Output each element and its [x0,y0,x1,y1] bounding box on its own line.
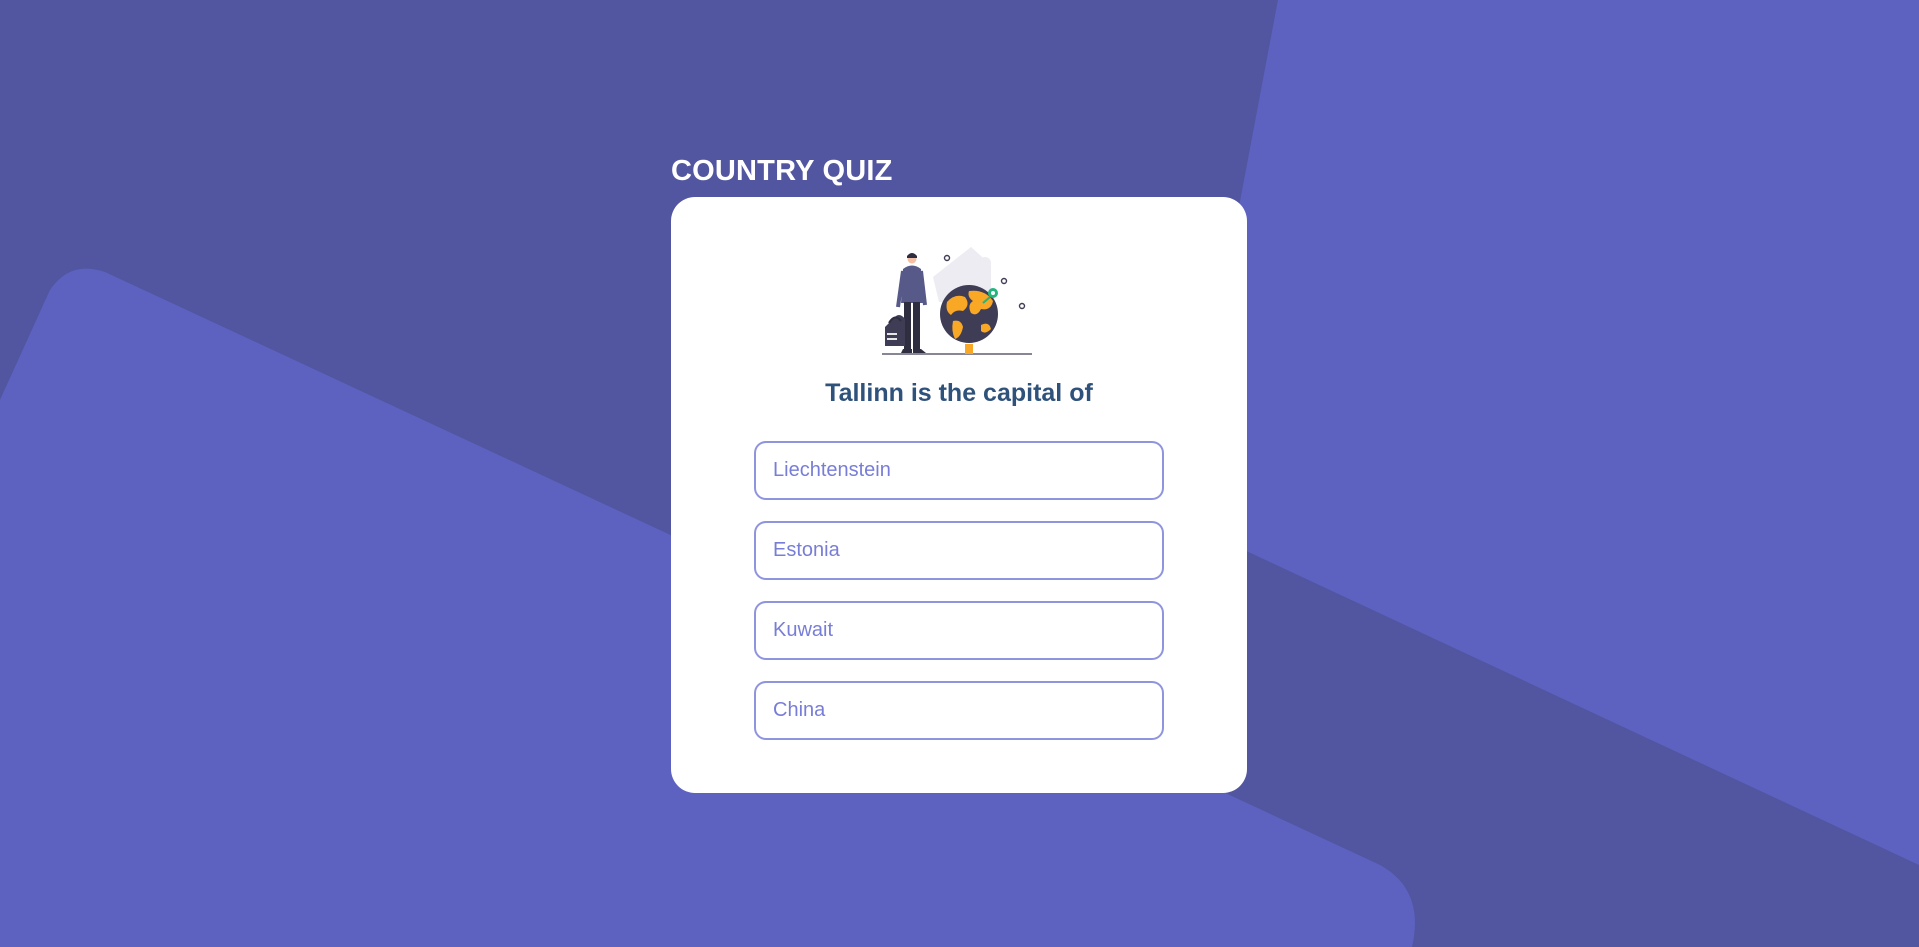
quiz-card: Tallinn is the capital of Liechtenstein … [671,197,1247,793]
answer-option-label: Estonia [773,539,840,561]
background-shape-right [1180,0,1919,865]
answer-option-label: Kuwait [773,619,834,641]
answer-options: Liechtenstein Estonia Kuwait China [754,441,1164,761]
answer-option-estonia[interactable]: Estonia [754,521,1164,580]
answer-option-china[interactable]: China [754,681,1164,740]
answer-option-label: Liechtenstein [773,459,891,481]
answer-option-liechtenstein[interactable]: Liechtenstein [754,441,1164,500]
traveler-globe-illustration-icon [882,247,1032,355]
answer-option-kuwait[interactable]: Kuwait [754,601,1164,660]
question-text: Tallinn is the capital of [825,379,1093,407]
answer-option-label: China [773,699,826,721]
app-title: COUNTRY QUIZ [671,155,893,187]
quiz-container: COUNTRY QUIZ Tallinn is the capital of L… [671,151,1247,793]
